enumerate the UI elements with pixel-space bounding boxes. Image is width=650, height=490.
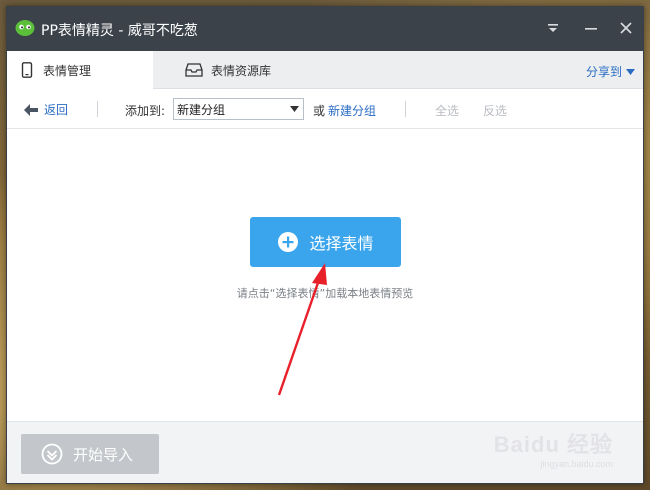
tab-emoji-manage-label: 表情管理	[43, 64, 92, 78]
start-import-button[interactable]: 开始导入	[21, 434, 159, 474]
tab-emoji-library-label: 表情资源库	[211, 63, 272, 78]
toolbar-divider	[405, 101, 406, 117]
toolbar-divider	[97, 101, 98, 117]
tab-bar: 表情管理 表情资源库 分享到	[7, 51, 643, 90]
menu-button[interactable]	[542, 17, 564, 39]
share-label: 分享到	[585, 65, 622, 79]
minimize-icon	[585, 28, 597, 30]
minimize-button[interactable]	[580, 17, 602, 39]
new-group-link[interactable]: 新建分组	[328, 102, 376, 119]
add-to-label: 添加到:	[125, 104, 166, 118]
plus-circle-icon	[278, 232, 299, 252]
app-logo-icon	[15, 20, 35, 36]
select-all-button[interactable]: 全选	[435, 102, 459, 119]
inbox-icon	[185, 63, 203, 77]
invert-selection-button[interactable]: 反选	[483, 102, 507, 119]
window-title: PP表情精灵 - 威哥不吃葱	[41, 23, 198, 39]
choose-emoji-button[interactable]: 选择表情	[250, 217, 401, 267]
group-select-value: 新建分组	[177, 102, 226, 117]
baidu-watermark: Baidu 经验 jingyan.baidu.com	[494, 427, 613, 469]
download-circle-icon	[41, 443, 63, 465]
close-button[interactable]	[615, 17, 637, 39]
caret-down-icon	[626, 68, 635, 75]
share-dropdown[interactable]: 分享到	[586, 63, 635, 80]
title-bar[interactable]: PP表情精灵 - 威哥不吃葱	[7, 7, 643, 51]
watermark-url: jingyan.baidu.com	[540, 459, 613, 469]
choose-emoji-label: 选择表情	[309, 234, 374, 253]
hint-text: 请点击“选择表情”加载本地表情预览	[236, 287, 414, 300]
tab-emoji-library[interactable]: 表情资源库	[169, 51, 271, 89]
close-icon	[620, 22, 632, 34]
caret-down-icon	[290, 106, 299, 112]
group-select[interactable]: 新建分组	[173, 98, 304, 120]
tab-emoji-manage[interactable]: 表情管理	[7, 51, 153, 90]
back-label: 返回	[44, 103, 69, 117]
watermark-brand: Baidu 经验	[493, 432, 613, 457]
back-button[interactable]: 返回	[23, 101, 68, 118]
toolbar: 返回 添加到: 新建分组 或 新建分组 全选 反选	[7, 89, 643, 129]
menu-icon	[548, 24, 558, 32]
start-import-label: 开始导入	[73, 445, 134, 464]
or-label: 或	[313, 104, 326, 118]
back-arrow-icon	[24, 103, 38, 116]
phone-icon	[21, 62, 33, 78]
emoji-content-area: 选择表情 请点击“选择表情”加载本地表情预览	[7, 129, 643, 421]
app-window: PP表情精灵 - 威哥不吃葱 表情管理 表情资源库 分享到 返回 添加到: 新建…	[6, 6, 644, 484]
